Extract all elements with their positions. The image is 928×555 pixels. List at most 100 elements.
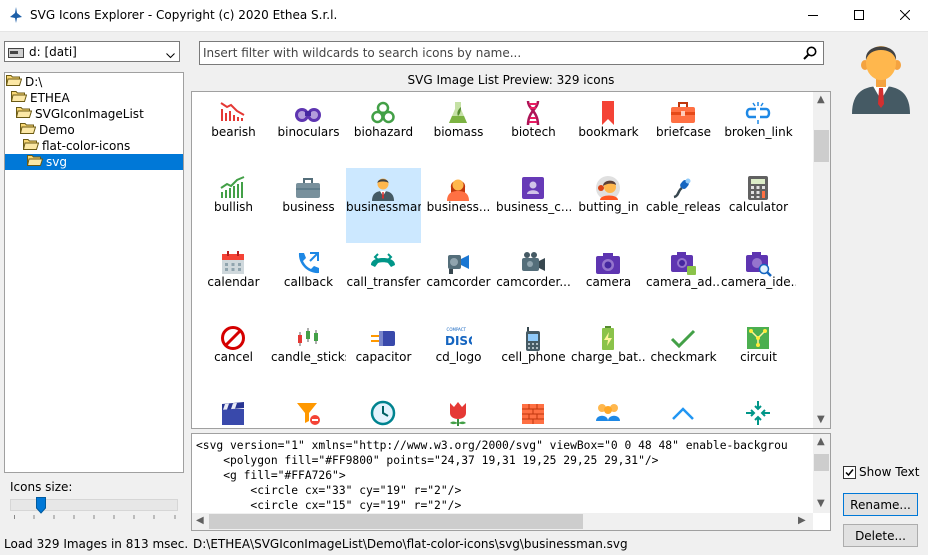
folder-tree[interactable]: D:\ ETHEA SVGIconImageList Demo flat-col… xyxy=(4,72,184,473)
icon-cell-checkmark[interactable]: checkmark xyxy=(646,318,721,393)
icon-cell-broken-link[interactable]: broken_link xyxy=(721,93,796,168)
scrollbar-thumb[interactable] xyxy=(814,454,829,471)
camera-addon-icon xyxy=(671,252,696,275)
icon-cell-collapse-wall[interactable] xyxy=(496,393,571,428)
scroll-up-arrow-icon[interactable]: ▲ xyxy=(817,436,825,447)
business-contact-icon xyxy=(522,177,544,199)
folder-open-icon xyxy=(5,74,23,90)
icon-label: business xyxy=(282,200,335,214)
icon-cell-businesswoman[interactable]: business... xyxy=(421,168,496,243)
icon-cell-conference-call[interactable] xyxy=(571,393,646,428)
tree-item-svg[interactable]: svg xyxy=(5,154,183,170)
icon-cell-businessman[interactable]: businessman xyxy=(346,168,421,243)
preview-title: SVG Image List Preview: 329 icons xyxy=(407,73,615,87)
icon-cell-camcorder-pro[interactable]: camcorder... xyxy=(496,243,571,318)
icons-size-slider-thumb[interactable] xyxy=(36,497,46,514)
icon-cell-biohazard[interactable]: biohazard xyxy=(346,93,421,168)
chevron-down-icon[interactable] xyxy=(166,48,175,62)
icon-cell-compact-camera[interactable] xyxy=(721,393,796,428)
slider-ticks xyxy=(14,515,176,519)
icon-cell-capacitor[interactable]: capacitor xyxy=(346,318,421,393)
broken-link-icon xyxy=(745,102,771,124)
conference-call-icon xyxy=(596,404,620,421)
icon-label: briefcase xyxy=(655,125,712,139)
icon-cell-clear-filters[interactable] xyxy=(271,393,346,428)
tree-item-ethea[interactable]: ETHEA xyxy=(10,90,70,106)
scroll-down-arrow-icon[interactable]: ▼ xyxy=(817,414,825,425)
code-horizontal-scrollbar[interactable]: ◀ ▶ xyxy=(192,513,813,530)
scroll-right-arrow-icon[interactable]: ▶ xyxy=(798,515,806,526)
icon-grid[interactable]: bearish binoculars biohazard biomass bio… xyxy=(191,91,831,429)
icon-cell-callback[interactable]: callback xyxy=(271,243,346,318)
bearish-icon xyxy=(220,102,245,121)
search-input[interactable] xyxy=(203,44,793,62)
tree-item-label: SVGIconImageList xyxy=(35,107,144,121)
search-icon[interactable] xyxy=(803,46,817,63)
icon-cell-bullish[interactable]: bullish xyxy=(196,168,271,243)
icon-cell-call-transfer[interactable]: call_transfer xyxy=(346,243,421,318)
tree-item-root[interactable]: D:\ xyxy=(5,74,42,90)
icon-cell-camera-addon[interactable]: camera_ad... xyxy=(646,243,721,318)
icon-label: checkmark xyxy=(650,350,717,364)
tree-item-svgiconimagelist[interactable]: SVGIconImageList xyxy=(15,106,144,122)
drive-select[interactable]: d: [dati] xyxy=(4,41,180,62)
icon-cell-collaboration[interactable] xyxy=(421,393,496,428)
tree-item-demo[interactable]: Demo xyxy=(19,122,75,138)
scroll-up-arrow-icon[interactable]: ▲ xyxy=(817,94,825,105)
icon-cell-cancel[interactable]: cancel xyxy=(196,318,271,393)
code-line: <svg version="1" xmlns="http://www.w3.or… xyxy=(196,439,788,452)
search-box[interactable] xyxy=(199,41,824,65)
scroll-left-arrow-icon[interactable]: ◀ xyxy=(196,515,204,526)
code-vertical-scrollbar[interactable]: ▲ ▼ xyxy=(813,434,830,513)
minimize-button[interactable] xyxy=(790,0,836,31)
icon-cell-circuit[interactable]: circuit xyxy=(721,318,796,393)
icon-cell-charge-battery[interactable]: charge_bat... xyxy=(571,318,646,393)
icon-label: callback xyxy=(283,275,334,289)
charge-battery-icon xyxy=(602,326,614,350)
icon-cell-biotech[interactable]: biotech xyxy=(496,93,571,168)
icon-cell-biomass[interactable]: biomass xyxy=(421,93,496,168)
icon-cell-camera-identification[interactable]: camera_ide... xyxy=(721,243,796,318)
icon-label: capacitor xyxy=(355,350,412,364)
cd-logo-small-text: COMPACT xyxy=(447,327,467,332)
icon-cell-cell-phone[interactable]: cell_phone xyxy=(496,318,571,393)
icon-cell-camcorder[interactable]: camcorder xyxy=(421,243,496,318)
icon-cell-calendar[interactable]: calendar xyxy=(196,243,271,318)
svg-source-viewer[interactable]: <svg version="1" xmlns="http://www.w3.or… xyxy=(191,433,831,531)
icon-cell-bookmark[interactable]: bookmark xyxy=(571,93,646,168)
icon-cell-butting-in[interactable]: butting_in xyxy=(571,168,646,243)
delete-button[interactable]: Delete... xyxy=(843,524,918,547)
icon-label: cable_release xyxy=(646,200,721,214)
icon-cell-collapse[interactable] xyxy=(646,393,721,428)
icon-label: camera xyxy=(585,275,632,289)
scrollbar-thumb[interactable] xyxy=(209,514,583,529)
icon-cell-clock[interactable] xyxy=(346,393,421,428)
code-line: <circle cx="15" cy="19" r="2"/> xyxy=(196,499,462,512)
icon-cell-cd-logo[interactable]: COMPACT DISC cd_logo xyxy=(421,318,496,393)
checkbox-box[interactable] xyxy=(843,466,856,479)
chevron-up-icon xyxy=(672,407,694,420)
icon-cell-business-contact[interactable]: business_c... xyxy=(496,168,571,243)
icon-cell-briefcase[interactable]: briefcase xyxy=(646,93,721,168)
icon-cell-binoculars[interactable]: binoculars xyxy=(271,93,346,168)
icon-cell-calculator[interactable]: calculator xyxy=(721,168,796,243)
icon-cell-bearish[interactable]: bearish xyxy=(196,93,271,168)
bullish-icon xyxy=(220,176,245,198)
close-button[interactable] xyxy=(882,0,928,31)
icon-cell-cable-release[interactable]: cable_release xyxy=(646,168,721,243)
tree-item-flat-color-icons[interactable]: flat-color-icons xyxy=(22,138,131,154)
maximize-button[interactable] xyxy=(836,0,882,31)
icon-cell-candle-sticks[interactable]: candle_sticks xyxy=(271,318,346,393)
rename-button[interactable]: Rename... xyxy=(843,493,918,516)
icon-cell-clapperboard[interactable] xyxy=(196,393,271,428)
icon-label: bookmark xyxy=(578,125,639,139)
scroll-down-arrow-icon[interactable]: ▼ xyxy=(817,498,825,509)
icon-grid-vertical-scrollbar[interactable]: ▲ ▼ xyxy=(813,92,830,428)
scrollbar-thumb[interactable] xyxy=(814,130,829,162)
icon-cell-business[interactable]: business xyxy=(271,168,346,243)
icon-label: camera_ad... xyxy=(646,275,721,289)
tree-item-label: flat-color-icons xyxy=(42,139,131,153)
icon-cell-camera[interactable]: camera xyxy=(571,243,646,318)
icon-label: biotech xyxy=(511,125,556,139)
camera-identification-icon xyxy=(746,252,772,277)
